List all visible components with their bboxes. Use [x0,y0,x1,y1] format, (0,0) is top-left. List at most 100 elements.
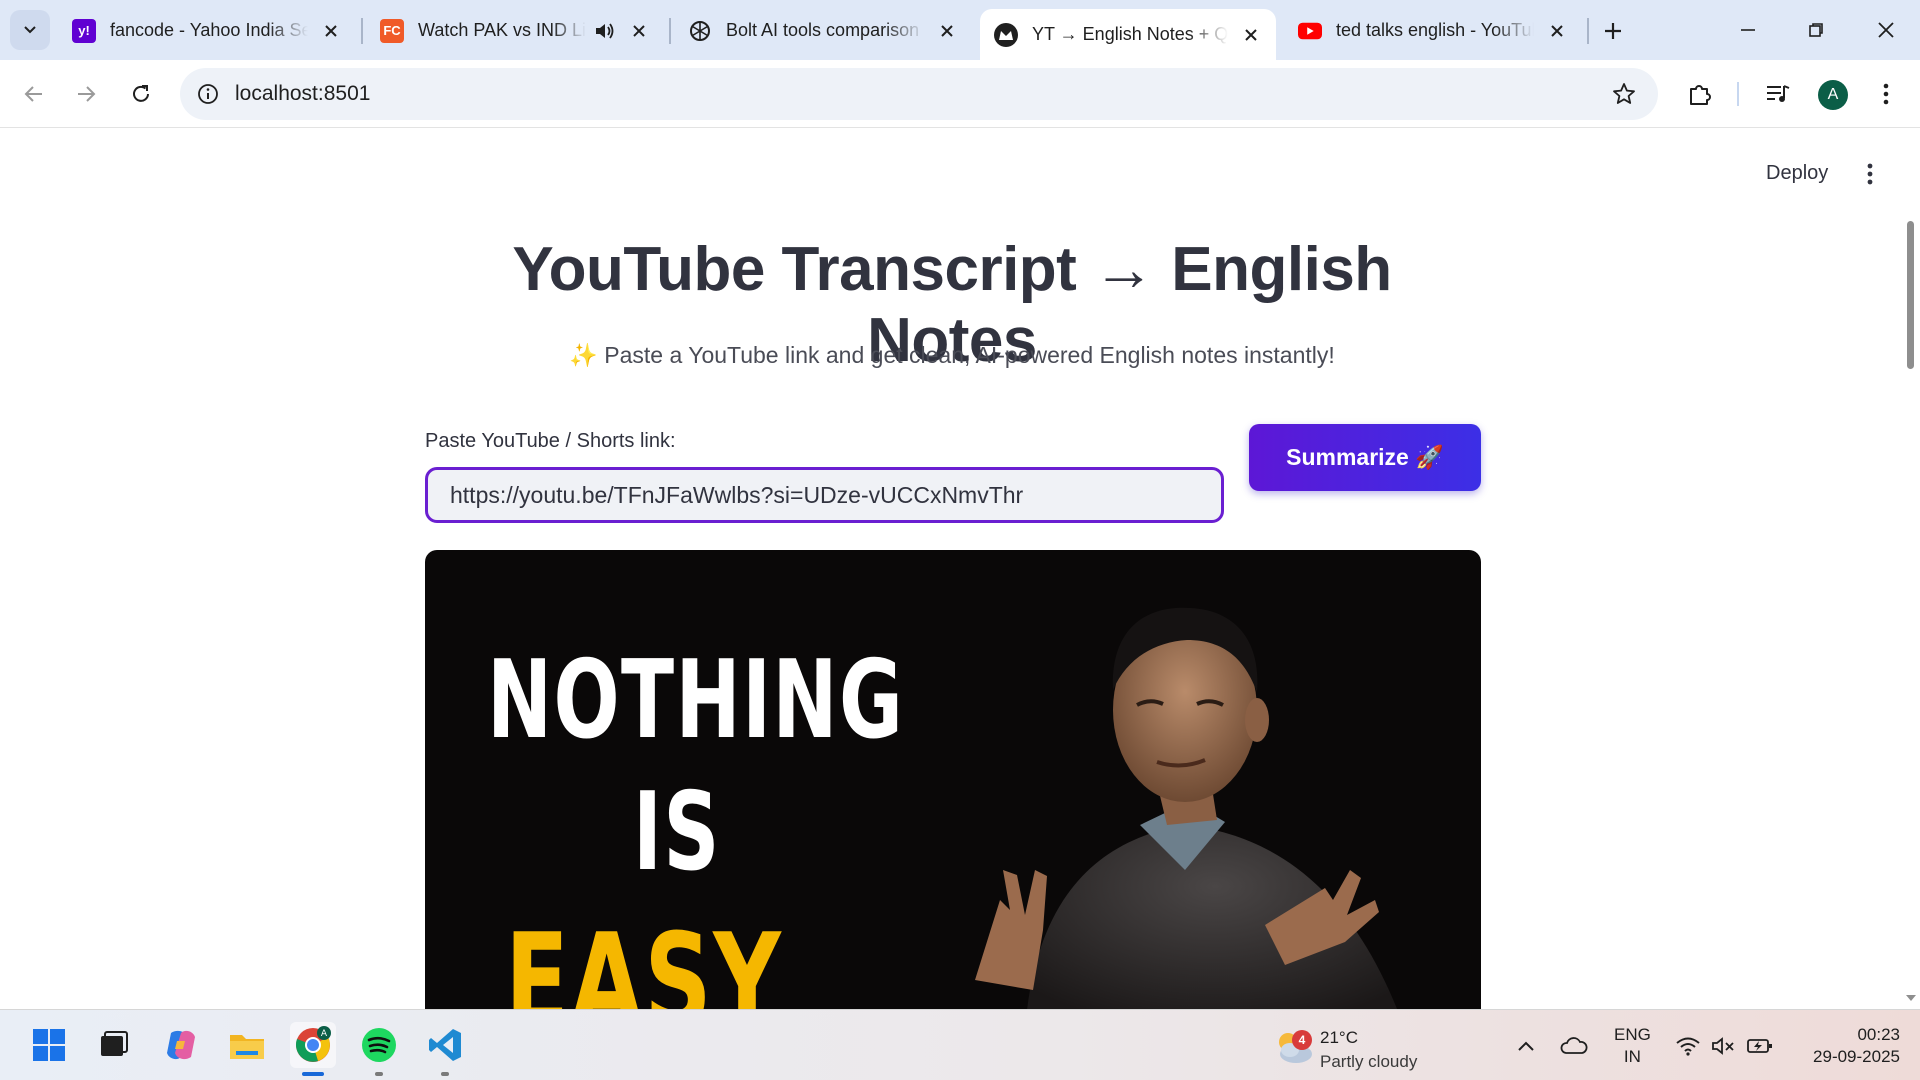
chrome-icon: A [295,1026,331,1062]
profile-avatar[interactable]: A [1818,80,1848,110]
arrow-right-icon [78,86,96,102]
task-view-icon [101,1031,128,1056]
close-window-button[interactable] [1852,0,1920,60]
clock-time: 00:23 [1857,1025,1900,1044]
close-icon[interactable] [936,20,958,42]
openai-favicon-icon [688,19,712,43]
tab-yt-english-notes[interactable]: YT → English Notes + Q& [980,9,1276,60]
extensions-button[interactable] [1680,74,1720,114]
onedrive-button[interactable] [1560,1032,1588,1060]
language-code: ENG [1614,1025,1651,1044]
wifi-button[interactable] [1674,1032,1702,1060]
cloud-icon [1560,1037,1588,1054]
tab-separator [669,18,671,44]
deploy-button[interactable]: Deploy [1766,162,1828,185]
chevron-down-icon [24,26,36,34]
reload-icon [133,85,149,102]
youtube-link-input[interactable] [425,467,1224,523]
weather-description: Partly cloudy [1320,1052,1418,1071]
page-scrollbar[interactable] [1907,221,1914,369]
scroll-down-arrow-icon[interactable] [1906,995,1916,1001]
back-button[interactable] [14,74,54,114]
app-page: Deploy YouTube Transcript → English Note… [0,129,1920,1009]
show-hidden-icons-button[interactable] [1512,1032,1540,1060]
kebab-menu-icon [1867,163,1873,185]
fancode-favicon-icon: FC [380,18,404,43]
system-clock[interactable]: 00:23 29-09-2025 [1790,1024,1900,1068]
close-icon[interactable] [628,20,650,42]
tab-strip: y! fancode - Yahoo India Se FC Watch PAK… [0,0,1920,60]
media-control-button[interactable] [1758,74,1798,114]
close-icon[interactable] [1546,20,1568,42]
file-explorer-button[interactable] [224,1022,270,1068]
link-input-label: Paste YouTube / Shorts link: [425,430,676,452]
copilot-icon [167,1030,195,1060]
restore-button[interactable] [1782,0,1850,60]
tab-title: fancode - Yahoo India Se [110,20,308,40]
close-icon[interactable] [320,20,342,42]
clock-date: 29-09-2025 [1813,1047,1900,1066]
running-indicator [375,1072,383,1076]
tab-yahoo[interactable]: y! fancode - Yahoo India Se [58,9,356,52]
battery-button[interactable] [1746,1032,1774,1060]
windows-taskbar: A 4 21°C Partly cloudy ENG IN 00:23 29-0… [0,1009,1920,1080]
tab-ted-talks[interactable]: ted talks english - YouTul [1284,9,1582,52]
minimize-icon [1741,29,1755,31]
volume-button[interactable] [1710,1032,1738,1060]
spotify-button[interactable] [356,1022,402,1076]
folder-icon [230,1035,264,1059]
running-indicator [302,1072,324,1076]
tab-search-button[interactable] [10,10,50,50]
region-code: IN [1623,1047,1641,1066]
site-info-icon[interactable] [194,80,222,108]
browser-menu-button[interactable] [1866,74,1906,114]
plus-icon [1605,23,1621,39]
tab-separator [1587,18,1589,44]
weather-alert-badge: 4 [1292,1030,1312,1050]
chrome-button[interactable]: A [290,1022,336,1076]
toolbar-separator [1737,82,1739,106]
page-subtitle: ✨ Paste a YouTube link and get clean, AI… [569,342,1335,368]
address-bar[interactable]: localhost:8501 [180,68,1658,120]
browser-toolbar: localhost:8501 A [0,60,1920,128]
wifi-icon [1676,1037,1700,1056]
thumbnail-text-line1: NOTHING [487,638,905,763]
yahoo-favicon-icon: y! [72,18,96,43]
input-language-indicator[interactable]: ENG IN [1614,1024,1651,1068]
vscode-icon [429,1029,461,1061]
bookmark-star-icon[interactable] [1610,80,1638,108]
running-indicator [441,1072,449,1076]
youtube-favicon-icon [1298,19,1322,43]
close-icon[interactable] [1240,24,1262,46]
restore-icon [1809,23,1823,37]
speaker-icon[interactable] [594,21,616,41]
svg-text:A: A [321,1029,328,1039]
minimize-button[interactable] [1714,0,1782,60]
battery-charging-icon [1747,1039,1772,1053]
forward-button[interactable] [66,74,106,114]
start-button[interactable] [26,1022,72,1068]
video-thumbnail: NOTHING IS EASY [425,550,1481,1009]
weather-temperature: 21°C [1320,1028,1358,1047]
tab-title: Watch PAK vs IND Liv [418,20,586,40]
arrow-left-icon [24,86,42,102]
new-tab-button[interactable] [1596,14,1630,48]
chevron-up-icon [1518,1041,1534,1051]
reload-button[interactable] [121,74,161,114]
speaker-figure-image [975,607,1398,1009]
tab-fancode[interactable]: FC Watch PAK vs IND Liv [366,9,664,52]
windows-logo-icon [33,1029,65,1061]
thumbnail-text-line3: EASY [505,905,783,1009]
address-url[interactable]: localhost:8501 [235,82,370,106]
app-menu-button[interactable] [1858,159,1882,189]
weather-widget[interactable]: 4 21°C Partly cloudy [1270,1020,1440,1071]
vscode-button[interactable] [422,1022,468,1076]
streamlit-favicon-icon [994,22,1018,47]
copilot-button[interactable] [158,1022,204,1068]
kebab-menu-icon [1883,83,1889,105]
media-queue-icon [1767,85,1790,102]
task-view-button[interactable] [90,1022,136,1068]
summarize-button[interactable]: Summarize 🚀 [1249,424,1481,491]
tab-bolt[interactable]: Bolt AI tools comparison [674,9,972,52]
tab-separator [361,18,363,44]
